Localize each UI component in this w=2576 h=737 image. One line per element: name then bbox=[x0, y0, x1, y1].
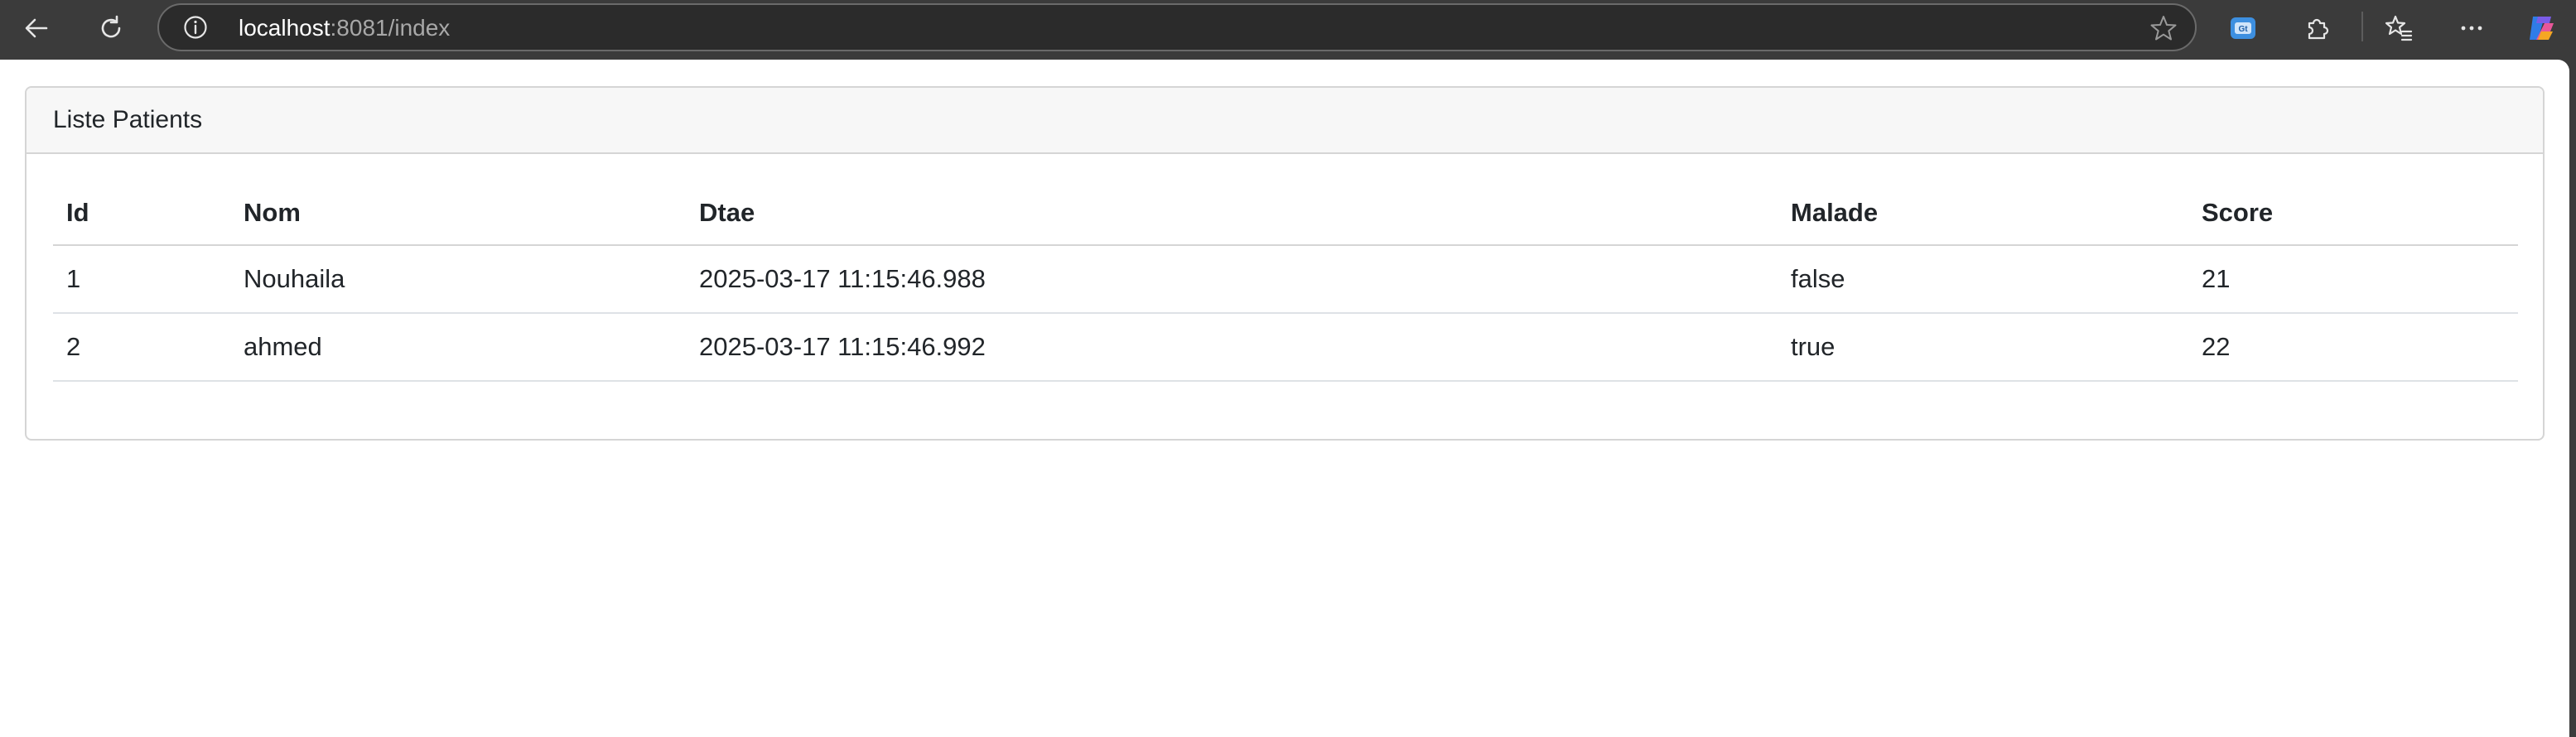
page-viewport: Liste Patients Id Nom Dtae Malade Score … bbox=[0, 60, 2569, 737]
browser-toolbar: localhost:8081/index Gt bbox=[0, 0, 2576, 55]
back-button[interactable] bbox=[13, 5, 60, 51]
favorite-button[interactable] bbox=[2149, 13, 2178, 43]
table-row: 2 ahmed 2025-03-17 11:15:46.992 true 22 bbox=[53, 313, 2518, 382]
card-header: Liste Patients bbox=[27, 88, 2543, 154]
column-header-score: Score bbox=[2188, 181, 2518, 246]
info-icon[interactable] bbox=[182, 14, 209, 41]
copilot-icon bbox=[2530, 17, 2554, 40]
cell-nom: ahmed bbox=[230, 313, 686, 382]
cell-malade: false bbox=[1778, 245, 2188, 314]
toolbar-divider bbox=[2361, 12, 2363, 41]
extension-badge-icon: Gt bbox=[2231, 17, 2255, 39]
url-host: localhost bbox=[239, 15, 330, 41]
svg-text:Gt: Gt bbox=[2238, 25, 2248, 34]
cell-date: 2025-03-17 11:15:46.988 bbox=[686, 245, 1778, 314]
cell-id: 2 bbox=[53, 313, 230, 382]
more-icon bbox=[2461, 26, 2482, 31]
column-header-id: Id bbox=[53, 181, 230, 246]
url-text[interactable]: localhost:8081/index bbox=[239, 15, 450, 41]
cell-malade: true bbox=[1778, 313, 2188, 382]
star-icon bbox=[2150, 16, 2177, 41]
cell-score: 22 bbox=[2188, 313, 2518, 382]
cell-date: 2025-03-17 11:15:46.992 bbox=[686, 313, 1778, 382]
cell-id: 1 bbox=[53, 245, 230, 314]
refresh-button[interactable] bbox=[88, 5, 134, 51]
favorites-icon bbox=[2385, 15, 2413, 41]
arrow-left-icon bbox=[25, 18, 48, 38]
cell-score: 21 bbox=[2188, 245, 2518, 314]
table-header-row: Id Nom Dtae Malade Score bbox=[53, 181, 2518, 246]
refresh-icon bbox=[101, 15, 121, 38]
card-body: Id Nom Dtae Malade Score 1 Nouhaila 2025… bbox=[53, 181, 2518, 382]
patients-table: Id Nom Dtae Malade Score 1 Nouhaila 2025… bbox=[53, 181, 2518, 382]
url-path: :8081/index bbox=[330, 15, 451, 41]
extensions-button[interactable] bbox=[2294, 5, 2341, 51]
address-bar[interactable]: localhost:8081/index bbox=[157, 3, 2197, 51]
copilot-button[interactable] bbox=[2518, 5, 2564, 51]
more-button[interactable] bbox=[2448, 5, 2495, 51]
favorites-button[interactable] bbox=[2376, 5, 2422, 51]
card-title: Liste Patients bbox=[53, 106, 203, 133]
column-header-malade: Malade bbox=[1778, 181, 2188, 246]
column-header-nom: Nom bbox=[230, 181, 686, 246]
table-row: 1 Nouhaila 2025-03-17 11:15:46.988 false… bbox=[53, 245, 2518, 314]
cell-nom: Nouhaila bbox=[230, 245, 686, 314]
column-header-date: Dtae bbox=[686, 181, 1778, 246]
patients-card: Liste Patients Id Nom Dtae Malade Score … bbox=[25, 86, 2545, 441]
puzzle-icon bbox=[2308, 18, 2329, 40]
extension-badge-button[interactable]: Gt bbox=[2220, 5, 2266, 51]
